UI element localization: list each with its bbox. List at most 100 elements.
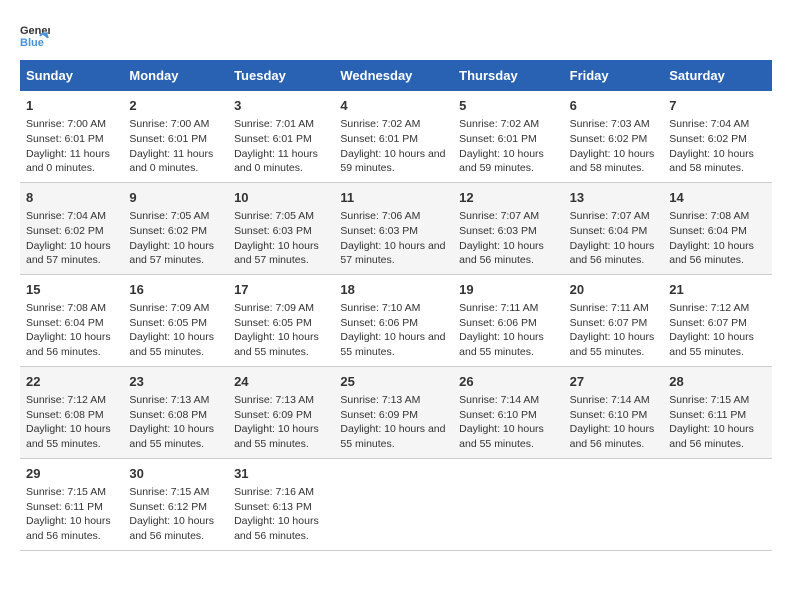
day-number: 20 [570,281,658,299]
cell-week4-day2: 23 Sunrise: 7:13 AM Sunset: 6:08 PM Dayl… [123,366,228,458]
cell-week3-day5: 19 Sunrise: 7:11 AM Sunset: 6:06 PM Dayl… [453,274,563,366]
daylight-label: Daylight: 10 hours and 56 minutes. [570,423,655,450]
sunrise-label: Sunrise: 7:09 AM [129,302,209,314]
day-number: 9 [129,189,222,207]
cell-week3-day6: 20 Sunrise: 7:11 AM Sunset: 6:07 PM Dayl… [564,274,664,366]
daylight-label: Daylight: 10 hours and 59 minutes. [459,148,544,175]
daylight-label: Daylight: 10 hours and 56 minutes. [129,515,214,542]
cell-week5-day4 [334,458,453,550]
sunrise-label: Sunrise: 7:08 AM [669,210,749,222]
sunrise-label: Sunrise: 7:14 AM [459,394,539,406]
day-number: 2 [129,97,222,115]
week-row-3: 15 Sunrise: 7:08 AM Sunset: 6:04 PM Dayl… [20,274,772,366]
day-number: 15 [26,281,117,299]
sunset-label: Sunset: 6:06 PM [340,317,418,329]
header-saturday: Saturday [663,60,772,91]
header-thursday: Thursday [453,60,563,91]
sunrise-label: Sunrise: 7:01 AM [234,118,314,130]
cell-week4-day3: 24 Sunrise: 7:13 AM Sunset: 6:09 PM Dayl… [228,366,334,458]
daylight-label: Daylight: 11 hours and 0 minutes. [129,148,213,175]
daylight-label: Daylight: 10 hours and 55 minutes. [234,331,319,358]
sunset-label: Sunset: 6:03 PM [234,225,312,237]
daylight-label: Daylight: 10 hours and 55 minutes. [340,331,445,358]
cell-week3-day3: 17 Sunrise: 7:09 AM Sunset: 6:05 PM Dayl… [228,274,334,366]
sunrise-label: Sunrise: 7:15 AM [26,486,106,498]
cell-week5-day5 [453,458,563,550]
sunrise-label: Sunrise: 7:04 AM [26,210,106,222]
sunset-label: Sunset: 6:02 PM [570,133,648,145]
week-row-1: 1 Sunrise: 7:00 AM Sunset: 6:01 PM Dayli… [20,91,772,182]
sunrise-label: Sunrise: 7:15 AM [129,486,209,498]
daylight-label: Daylight: 10 hours and 56 minutes. [26,515,111,542]
sunset-label: Sunset: 6:07 PM [570,317,648,329]
daylight-label: Daylight: 10 hours and 55 minutes. [234,423,319,450]
day-number: 5 [459,97,557,115]
cell-week3-day1: 15 Sunrise: 7:08 AM Sunset: 6:04 PM Dayl… [20,274,123,366]
daylight-label: Daylight: 10 hours and 55 minutes. [340,423,445,450]
sunset-label: Sunset: 6:03 PM [340,225,418,237]
header-wednesday: Wednesday [334,60,453,91]
sunset-label: Sunset: 6:08 PM [26,409,104,421]
daylight-label: Daylight: 11 hours and 0 minutes. [234,148,318,175]
day-number: 8 [26,189,117,207]
daylight-label: Daylight: 10 hours and 55 minutes. [459,423,544,450]
daylight-label: Daylight: 10 hours and 56 minutes. [26,331,111,358]
cell-week5-day6 [564,458,664,550]
cell-week3-day2: 16 Sunrise: 7:09 AM Sunset: 6:05 PM Dayl… [123,274,228,366]
day-number: 28 [669,373,766,391]
sunset-label: Sunset: 6:11 PM [669,409,746,421]
daylight-label: Daylight: 10 hours and 55 minutes. [129,423,214,450]
sunrise-label: Sunrise: 7:09 AM [234,302,314,314]
day-number: 1 [26,97,117,115]
sunrise-label: Sunrise: 7:13 AM [129,394,209,406]
sunrise-label: Sunrise: 7:13 AM [340,394,420,406]
sunset-label: Sunset: 6:01 PM [459,133,537,145]
daylight-label: Daylight: 10 hours and 55 minutes. [26,423,111,450]
sunrise-label: Sunrise: 7:11 AM [570,302,649,314]
sunrise-label: Sunrise: 7:06 AM [340,210,420,222]
cell-week4-day6: 27 Sunrise: 7:14 AM Sunset: 6:10 PM Dayl… [564,366,664,458]
logo: General Blue [20,20,50,50]
sunrise-label: Sunrise: 7:03 AM [570,118,650,130]
sunset-label: Sunset: 6:05 PM [234,317,312,329]
daylight-label: Daylight: 10 hours and 56 minutes. [669,240,754,267]
day-number: 4 [340,97,447,115]
cell-week2-day2: 9 Sunrise: 7:05 AM Sunset: 6:02 PM Dayli… [123,182,228,274]
sunset-label: Sunset: 6:02 PM [669,133,747,145]
sunrise-label: Sunrise: 7:13 AM [234,394,314,406]
sunset-label: Sunset: 6:01 PM [26,133,104,145]
sunrise-label: Sunrise: 7:07 AM [459,210,539,222]
header-monday: Monday [123,60,228,91]
cell-week4-day5: 26 Sunrise: 7:14 AM Sunset: 6:10 PM Dayl… [453,366,563,458]
day-number: 18 [340,281,447,299]
sunrise-label: Sunrise: 7:07 AM [570,210,650,222]
cell-week1-day2: 2 Sunrise: 7:00 AM Sunset: 6:01 PM Dayli… [123,91,228,182]
header-sunday: Sunday [20,60,123,91]
daylight-label: Daylight: 10 hours and 55 minutes. [669,331,754,358]
cell-week5-day2: 30 Sunrise: 7:15 AM Sunset: 6:12 PM Dayl… [123,458,228,550]
sunrise-label: Sunrise: 7:05 AM [129,210,209,222]
day-number: 11 [340,189,447,207]
daylight-label: Daylight: 10 hours and 59 minutes. [340,148,445,175]
sunrise-label: Sunrise: 7:11 AM [459,302,538,314]
cell-week3-day4: 18 Sunrise: 7:10 AM Sunset: 6:06 PM Dayl… [334,274,453,366]
cell-week2-day3: 10 Sunrise: 7:05 AM Sunset: 6:03 PM Dayl… [228,182,334,274]
sunrise-label: Sunrise: 7:12 AM [669,302,749,314]
sunset-label: Sunset: 6:01 PM [129,133,207,145]
sunrise-label: Sunrise: 7:02 AM [340,118,420,130]
day-number: 10 [234,189,328,207]
sunset-label: Sunset: 6:04 PM [570,225,648,237]
sunset-label: Sunset: 6:07 PM [669,317,747,329]
sunset-label: Sunset: 6:03 PM [459,225,537,237]
cell-week2-day4: 11 Sunrise: 7:06 AM Sunset: 6:03 PM Dayl… [334,182,453,274]
day-number: 27 [570,373,658,391]
cell-week4-day7: 28 Sunrise: 7:15 AM Sunset: 6:11 PM Dayl… [663,366,772,458]
day-number: 14 [669,189,766,207]
week-row-4: 22 Sunrise: 7:12 AM Sunset: 6:08 PM Dayl… [20,366,772,458]
sunrise-label: Sunrise: 7:12 AM [26,394,106,406]
header-friday: Friday [564,60,664,91]
daylight-label: Daylight: 10 hours and 55 minutes. [129,331,214,358]
header: General Blue [20,20,772,50]
cell-week5-day1: 29 Sunrise: 7:15 AM Sunset: 6:11 PM Dayl… [20,458,123,550]
daylight-label: Daylight: 10 hours and 55 minutes. [570,331,655,358]
